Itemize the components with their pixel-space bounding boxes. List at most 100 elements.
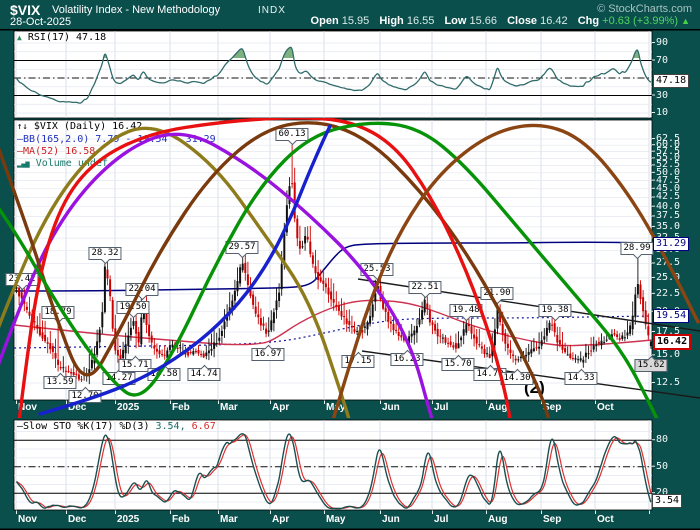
bottom-month-label: Jul [434,514,449,525]
pivot-label: 25.53 [360,263,394,276]
mid-month-label: May [326,402,346,413]
pivot-label: 12.70 [68,390,102,403]
main-axis-label: 37.5 [656,210,681,222]
pivot-label: 19.38 [538,304,572,317]
chart-date: 28-Oct-2025 [10,16,72,28]
rsi-current-value-box: 47.18 [653,74,690,88]
bottom-month-label: 2025 [117,514,140,525]
bottom-month-label: Mar [220,514,238,525]
bottom-month-label: Oct [597,514,614,525]
bb-upper-value-box: 31.29 [653,237,690,251]
main-axis-label: 22.5 [656,287,681,299]
main-legend-symbol-text: $VIX (Daily) 16.42 [33,121,143,132]
pivot-label: 28.99 [620,242,654,255]
rsi-axis-label: 10 [656,107,669,118]
main-axis-label: 27.5 [656,257,681,269]
close-label: Close [507,15,538,27]
main-legend-bb: —BB(165,2.0) 7.79 - 19.54 - 31.29 [17,134,216,146]
ma-legend-text: MA(52) 16.58 [23,146,96,157]
pivot-label: 19.48 [449,304,483,317]
mid-month-label: Feb [172,402,190,413]
pivot-label: 14.74 [187,368,221,381]
sto-legend-text: Slow STO %K(17) %D(3) [23,421,150,432]
rsi-axis-label: 90 [656,37,669,48]
chg-value: +0.63 (+3.99%) [602,15,679,27]
volume-legend-text: Volume undef [35,158,108,169]
low-label: Low [444,15,467,27]
main-legend-symbol: ↑↓ $VIX (Daily) 16.42 [17,121,142,133]
main-legend-ma: —MA(52) 16.58 [17,146,95,158]
sto-current-value-box: 3.54 [652,494,683,508]
pivot-label: 22.51 [408,281,442,294]
rsi-legend: ▲ RSI(17) 47.18 [17,32,106,44]
pivot-label: 14.27 [102,372,136,385]
pivot-label: 29.57 [225,241,259,254]
mid-month-label: Mar [220,402,238,413]
pivot-label: 21.90 [480,287,514,300]
bottom-month-label: Sep [543,514,562,525]
open-value: 15.95 [341,15,370,27]
mid-month-label: Aug [488,402,508,413]
rsi-legend-text: RSI(17) 47.18 [27,32,107,43]
pivot-label: 23.42 [5,273,39,286]
exchange-label: INDX [258,5,286,16]
pivot-label: 16.97 [251,348,285,361]
stockcharts-credit-link[interactable]: © StockCharts.com [597,3,692,15]
sto-axis-label: 50 [656,460,669,472]
main-legend-volume: ▂▄▆ Volume undef [17,158,108,170]
bb-mid-value-box: 19.54 [653,309,690,323]
pivot-label: 17.15 [341,355,375,368]
pivot-label: 19.50 [116,301,150,314]
pivot-label: 14.58 [147,368,181,381]
bottom-month-label: Aug [488,514,508,525]
pivot-label: 60.13 [275,128,309,141]
bottom-month-label: Nov [18,514,37,525]
mid-month-label: 2025 [117,402,140,413]
mid-month-label: Sep [543,402,562,413]
mid-month-label: Apr [272,402,290,413]
mid-month-label: Dec [68,402,87,413]
main-axis-label: 25.0 [656,271,681,283]
rsi-axis-label: 70 [656,54,669,66]
main-axis-label: 35.0 [656,220,681,232]
close-value: 16.42 [540,15,568,27]
mid-month-label: Nov [18,402,37,413]
low-value: 15.66 [469,15,498,27]
pivot-label: 18.79 [41,306,75,319]
pivot-label: 15.62 [634,359,668,372]
chart-canvas [0,29,700,530]
bottom-month-label: Dec [68,514,87,525]
pivot-label: 14.33 [564,372,598,385]
sto-axis-label: 80 [656,434,669,446]
sto-legend: —Slow STO %K(17) %D(3) 3.54, 6.67 [17,421,216,433]
pivot-label: 14.30 [500,372,534,385]
updown-arrows-icon: ↑↓ [17,122,28,132]
rsi-area-icon: ▲ [17,33,22,42]
stockcharts-page: { "header": { "symbol": "$VIX", "title":… [0,0,700,530]
pivot-label: 28.32 [88,247,122,260]
mid-month-label: Jun [382,402,400,413]
bb-legend-text: BB(165,2.0) 7.79 - 19.54 - 31.29 [23,134,216,145]
symbol-title: Volatility Index - New Methodology [52,4,221,16]
volume-bars-icon: ▂▄▆ [17,160,30,168]
sto-d-value: 6.67 [191,421,216,432]
rsi-axis-label: 30 [656,89,669,101]
bottom-month-label: Apr [272,514,290,525]
ohlc-quote-row: Open 15.95 High 16.55 Low 15.66 Close 16… [304,15,690,27]
pivot-label: 22.04 [125,283,159,296]
sto-k-value: 3.54, [155,421,186,432]
chg-up-icon: ▲ [681,16,690,26]
mid-month-label: Oct [597,402,614,413]
main-axis-label: 12.5 [656,376,681,388]
mid-month-label: Jul [434,402,449,413]
pivot-label: 15.70 [441,358,475,371]
high-value: 16.55 [406,15,435,27]
high-label: High [379,15,404,27]
open-label: Open [310,15,339,27]
bottom-month-label: Feb [172,514,190,525]
bottom-month-label: May [326,514,346,525]
chart-header: $VIX Volatility Index - New Methodology … [0,0,700,29]
chg-label: Chg [577,15,600,27]
last-price-value-box: 16.42 [653,334,692,350]
pivot-label: 16.23 [390,353,424,366]
